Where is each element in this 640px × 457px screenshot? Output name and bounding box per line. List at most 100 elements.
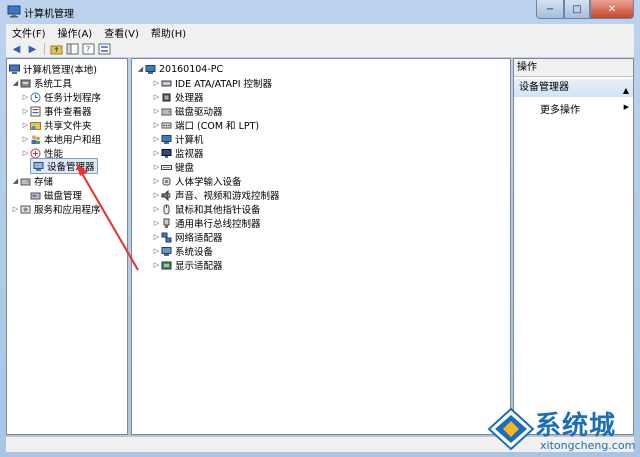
brand-logo-icon	[487, 407, 535, 451]
close-button[interactable]: ✕	[590, 0, 634, 19]
show-hide-tree-icon[interactable]	[66, 43, 79, 55]
mouse-icon	[163, 204, 170, 214]
maximize-button[interactable]: □	[564, 0, 590, 19]
tree-device-manager[interactable]: 设备管理器	[30, 158, 98, 174]
expand-arrow-icon[interactable]: ▷	[21, 121, 30, 129]
device-category-label: 人体学输入设备	[175, 177, 242, 188]
collapse-arrow-icon[interactable]: ◢	[11, 79, 20, 87]
actions-pane: 操作 设备管理器 ▲ 更多操作 ▶	[513, 58, 634, 435]
expand-arrow-icon[interactable]: ▷	[21, 93, 30, 101]
device-category-row[interactable]: ▷ 端口 (COM 和 LPT)	[152, 118, 259, 132]
tree-services-apps[interactable]: ▷ 服务和应用程序	[11, 202, 101, 216]
tree-task-scheduler[interactable]: ▷ 任务计划程序	[21, 90, 101, 104]
expand-arrow-icon[interactable]: ▷	[152, 149, 161, 157]
expand-arrow-icon[interactable]: ▷	[152, 93, 161, 101]
keyboard-icon	[161, 164, 172, 170]
device-category-row[interactable]: ▷ 磁盘驱动器	[152, 104, 223, 118]
actions-section-device-manager[interactable]: 设备管理器 ▲	[514, 79, 633, 97]
minimize-button[interactable]: −	[536, 0, 564, 19]
device-category-label: 显示适配器	[175, 261, 223, 272]
expand-arrow-icon[interactable]: ▷	[21, 149, 30, 157]
menu-view[interactable]: 查看(V)	[98, 25, 145, 40]
device-category-row[interactable]: ▷ 声音、视频和游戏控制器	[152, 188, 280, 202]
expand-arrow-icon[interactable]: ▷	[21, 135, 30, 143]
expand-arrow-icon[interactable]: ▷	[152, 233, 161, 241]
forward-icon[interactable]: ▶	[26, 43, 39, 55]
collapse-arrow-icon[interactable]: ◢	[11, 177, 20, 185]
title-bar: 计算机管理 − □ ✕	[0, 0, 640, 24]
tree-storage[interactable]: ◢ 存储	[11, 174, 53, 188]
device-category-label: 监视器	[175, 149, 204, 160]
task-scheduler-icon	[30, 92, 41, 102]
device-category-row[interactable]: ▷ 键盘	[152, 160, 194, 174]
device-tree-root[interactable]: ◢ 20160104-PC	[136, 62, 223, 76]
device-category-row[interactable]: ▷ IDE ATA/ATAPI 控制器	[152, 76, 272, 90]
device-category-row[interactable]: ▷ 系统设备	[152, 244, 213, 258]
help-icon[interactable]: ?	[82, 43, 95, 55]
toolbar-divider	[44, 43, 45, 55]
disk-drive-icon	[161, 108, 172, 115]
expand-arrow-icon[interactable]: ▷	[152, 261, 161, 269]
collapse-icon[interactable]: ▲	[623, 82, 629, 100]
system-device-icon	[161, 246, 172, 256]
device-category-label: 鼠标和其他指针设备	[175, 205, 261, 216]
expand-arrow-icon[interactable]: ▷	[21, 107, 30, 115]
device-category-row[interactable]: ▷ 人体学输入设备	[152, 174, 242, 188]
expand-arrow-icon[interactable]: ▷	[152, 107, 161, 115]
device-category-label: 处理器	[175, 93, 204, 104]
device-category-row[interactable]: ▷ 网络适配器	[152, 230, 223, 244]
tree-disk-management[interactable]: 磁盘管理	[30, 188, 82, 202]
tree-local-users-label: 本地用户和组	[44, 135, 102, 146]
menu-action[interactable]: 操作(A)	[52, 25, 99, 40]
device-category-row[interactable]: ▷ 计算机	[152, 132, 204, 146]
tree-system-tools[interactable]: ◢ 系统工具	[11, 76, 72, 90]
system-tools-icon	[20, 79, 31, 87]
watermark-brand: 系统城	[535, 411, 617, 441]
collapse-arrow-icon[interactable]: ◢	[136, 65, 145, 73]
expand-arrow-icon[interactable]: ▷	[152, 135, 161, 143]
device-category-row[interactable]: ▷ 通用串行总线控制器	[152, 216, 261, 230]
navigation-tree-pane: 计算机管理(本地) ◢ 系统工具 ▷ 任务计划程序 ▷ 事件查看器 ▷ 共享文件…	[6, 58, 128, 435]
device-category-label: 系统设备	[175, 247, 214, 258]
tree-root[interactable]: 计算机管理(本地)	[9, 62, 97, 76]
up-folder-icon[interactable]	[50, 43, 63, 55]
watermark-logo: 系统城 xitongcheng.com	[487, 403, 637, 455]
properties-icon[interactable]	[98, 43, 111, 55]
tree-shared-folders[interactable]: ▷ 共享文件夹	[21, 118, 92, 132]
expand-arrow-icon[interactable]: ▷	[152, 219, 161, 227]
device-category-row[interactable]: ▷ 监视器	[152, 146, 204, 160]
device-category-label: 计算机	[175, 135, 204, 146]
device-category-row[interactable]: ▷ 显示适配器	[152, 258, 223, 272]
computer-icon	[145, 64, 156, 74]
tree-device-manager-label: 设备管理器	[47, 162, 95, 173]
device-category-label: 通用串行总线控制器	[175, 219, 261, 230]
svg-text:?: ?	[86, 45, 90, 54]
services-icon	[20, 205, 31, 213]
tree-device-manager-selected[interactable]: 设备管理器	[30, 158, 98, 174]
display-adapter-icon	[161, 261, 172, 269]
tree-event-viewer[interactable]: ▷ 事件查看器	[21, 104, 92, 118]
device-category-row[interactable]: ▷ 鼠标和其他指针设备	[152, 202, 261, 216]
device-category-label: 声音、视频和游戏控制器	[175, 191, 280, 202]
more-actions-link[interactable]: 更多操作	[540, 101, 580, 116]
computer-management-window: 计算机管理 − □ ✕ 文件(F) 操作(A) 查看(V) 帮助(H) ◀ ▶ …	[0, 0, 640, 457]
device-category-row[interactable]: ▷ 处理器	[152, 90, 204, 104]
expand-arrow-icon[interactable]: ▷	[152, 177, 161, 185]
tree-shared-folders-label: 共享文件夹	[44, 121, 92, 132]
menu-help[interactable]: 帮助(H)	[145, 25, 192, 40]
expand-arrow-icon[interactable]: ▷	[152, 191, 161, 199]
expand-arrow-icon[interactable]: ▷	[152, 163, 161, 171]
device-category-label: 磁盘驱动器	[175, 107, 223, 118]
expand-arrow-icon[interactable]: ▷	[152, 205, 161, 213]
device-category-label: 网络适配器	[175, 233, 223, 244]
expand-arrow-icon[interactable]: ▷	[152, 247, 161, 255]
event-viewer-icon	[30, 106, 41, 116]
usb-icon	[163, 218, 170, 228]
tree-local-users[interactable]: ▷ 本地用户和组	[21, 132, 101, 146]
menu-file[interactable]: 文件(F)	[6, 25, 52, 40]
expand-arrow-icon[interactable]: ▷	[152, 79, 161, 87]
expand-arrow-icon[interactable]: ▷	[152, 121, 161, 129]
back-icon[interactable]: ◀	[10, 43, 23, 55]
tree-root-label: 计算机管理(本地)	[23, 65, 97, 76]
expand-arrow-icon[interactable]: ▷	[11, 205, 20, 213]
